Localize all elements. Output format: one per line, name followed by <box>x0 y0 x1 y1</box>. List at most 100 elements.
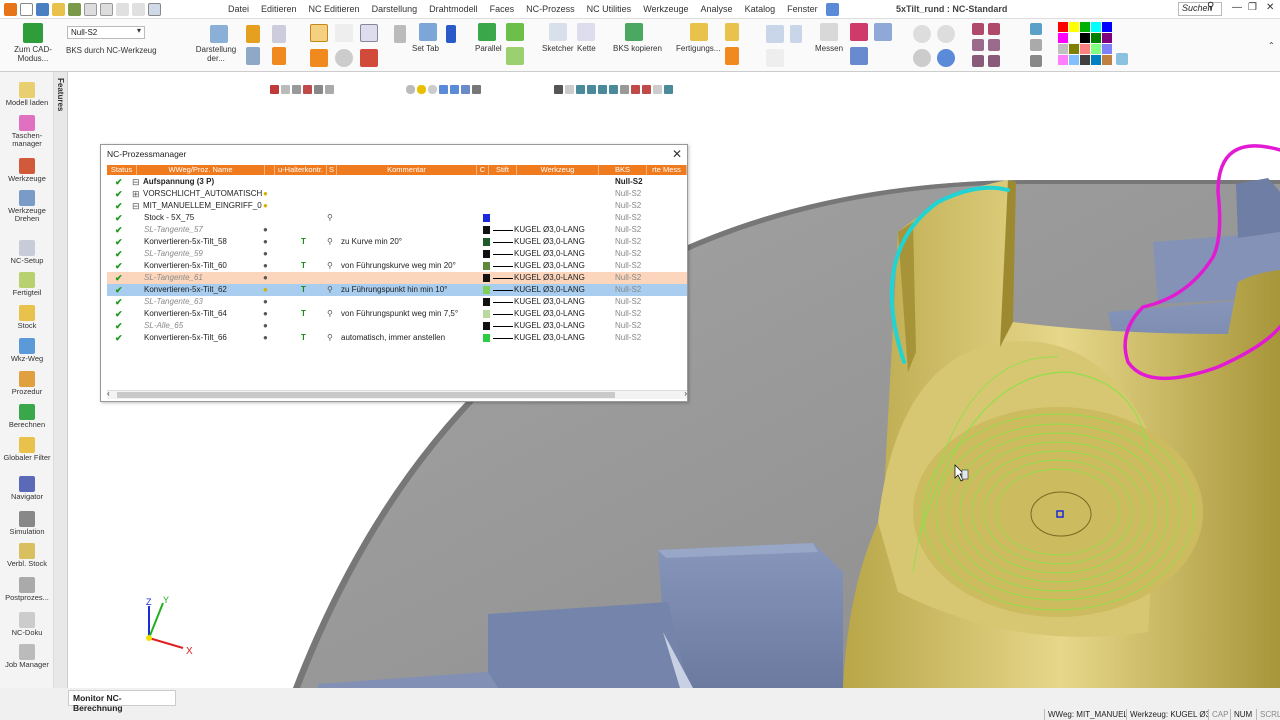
zoom-in-icon[interactable] <box>913 49 931 67</box>
toolpath-color-swatch[interactable] <box>483 238 490 246</box>
parallel-button[interactable]: Parallel <box>475 44 502 53</box>
visibility-bulb-icon[interactable]: ● <box>263 320 268 332</box>
process-row[interactable]: ✔ Konvertieren-5x-Tilt_58 ● T ⚲ zu Kurve min … <box>107 236 687 248</box>
sidebar-item[interactable]: Stock <box>0 305 54 330</box>
nc-process-manager-dialog[interactable]: NC-Prozessmanager ✕ Status WWeg/Proz. Nam… <box>100 144 688 402</box>
color-swatch[interactable] <box>1102 44 1112 54</box>
nav-zoom-icon[interactable] <box>472 84 481 94</box>
parallel-icon[interactable] <box>478 23 496 41</box>
measure-button[interactable]: Messen <box>815 44 843 53</box>
column-header[interactable]: Stift <box>489 165 517 175</box>
menu-item[interactable]: NC Utilities <box>581 4 638 14</box>
sketcher-icon[interactable] <box>549 23 567 41</box>
surface-icon[interactable] <box>506 23 524 41</box>
sidebar-item[interactable]: Modell laden <box>0 82 54 107</box>
select-filter-icon[interactable] <box>325 84 334 94</box>
help-icon[interactable] <box>335 24 353 42</box>
chain-icon[interactable] <box>577 23 595 41</box>
visibility-bulb-icon[interactable]: ● <box>263 224 268 236</box>
to-cad-mode-button[interactable]: Zum CAD-Modus... <box>8 45 58 63</box>
app-logo-icon[interactable] <box>4 2 17 16</box>
features-tab-strip[interactable] <box>54 72 68 688</box>
process-row[interactable]: ✔ Konvertieren-5x-Tilt_62 ● T ⚲ zu Führungspu… <box>107 284 687 296</box>
column-header[interactable]: u-Halterkontr. <box>275 165 327 175</box>
wcs-select[interactable]: Null-S2 <box>67 26 145 39</box>
flag-icon[interactable] <box>446 25 456 43</box>
window-layout-icon[interactable] <box>310 24 328 42</box>
select-icon[interactable] <box>84 2 97 16</box>
menu-item[interactable]: Faces <box>484 4 521 14</box>
cube-icon[interactable] <box>272 25 286 43</box>
sort-icon[interactable] <box>394 25 406 43</box>
sidebar-item[interactable]: NC-Setup <box>0 240 54 265</box>
sidebar-item[interactable]: Werkzeuge Drehen <box>0 190 54 223</box>
bulb-icon[interactable] <box>406 84 415 94</box>
menu-item[interactable]: Editieren <box>255 4 303 14</box>
column-header[interactable]: Werkzeug <box>517 165 599 175</box>
visibility-bulb-icon[interactable]: ● <box>263 284 268 296</box>
ribbon-collapse-icon[interactable]: ⌃ <box>1268 41 1275 50</box>
view-cube-icon[interactable] <box>972 23 984 35</box>
sidebar-item[interactable]: Fertigteil <box>0 272 54 297</box>
view-cube2-icon[interactable] <box>988 23 1000 35</box>
toolpath-color-swatch[interactable] <box>483 250 490 258</box>
process-row[interactable]: ✔ ⊟ Aufspannung (3 P) Null-S2 <box>107 176 687 188</box>
tree-expand-icon[interactable]: ⊟ <box>132 176 140 188</box>
minimize-icon[interactable]: — <box>1232 2 1242 13</box>
select-point-icon[interactable] <box>303 84 312 94</box>
toolpath-color-swatch[interactable] <box>483 298 490 306</box>
restore-icon[interactable]: ❐ <box>1248 2 1257 13</box>
color-swatch[interactable] <box>1069 44 1079 54</box>
toolpath-color-swatch[interactable] <box>483 262 490 270</box>
layers-icon[interactable] <box>100 2 113 16</box>
manufacturing-icon[interactable] <box>690 23 708 41</box>
color-swatch[interactable] <box>1058 44 1068 54</box>
color-swatch[interactable] <box>1080 33 1090 43</box>
menu-item[interactable]: Datei <box>222 4 255 14</box>
process-row[interactable]: ✔ SL-Alle_65 ● KUGEL Ø3,0-LANG Null-S2 <box>107 320 687 332</box>
pan-icon[interactable] <box>937 49 955 67</box>
set-tab-button[interactable]: Set Tab <box>412 44 439 53</box>
cut-icon[interactable] <box>850 23 868 41</box>
monitor-nc-tab[interactable]: Monitor NC-Berechnung <box>68 690 176 713</box>
sidebar-item[interactable]: Werkzeuge <box>0 158 54 183</box>
visibility-bulb-icon[interactable]: ● <box>263 308 268 320</box>
chain-button[interactable]: Kette <box>577 44 596 53</box>
sidebar-item[interactable]: Wkz-Weg <box>0 338 54 363</box>
copy-wcs-icon[interactable] <box>625 23 643 41</box>
menu-item[interactable]: Drahtmodell <box>423 4 484 14</box>
color-swatch[interactable] <box>1069 33 1079 43</box>
menu-item[interactable]: NC Editieren <box>303 4 366 14</box>
sidebar-item[interactable]: Berechnen <box>0 404 54 429</box>
toolpath-color-swatch[interactable] <box>483 286 490 294</box>
visibility-bulb-icon[interactable]: ● <box>263 248 268 260</box>
zoom-icon[interactable] <box>913 25 931 43</box>
print-icon[interactable] <box>68 2 81 16</box>
path-edit7-icon[interactable] <box>631 84 640 94</box>
color-swatch[interactable] <box>1091 33 1101 43</box>
dimension-icon[interactable] <box>766 25 784 43</box>
path-edit2-icon[interactable] <box>576 84 585 94</box>
copy-wcs-button[interactable]: BKS kopieren <box>613 44 662 53</box>
path-edit10-icon[interactable] <box>664 84 673 94</box>
column-header[interactable] <box>265 165 275 175</box>
color-swatch[interactable] <box>1102 33 1112 43</box>
info-icon[interactable] <box>335 49 353 67</box>
filter-icon[interactable] <box>246 25 260 43</box>
dimension2-icon[interactable] <box>790 25 802 43</box>
toolpath-color-swatch[interactable] <box>483 322 490 330</box>
wire-icon[interactable] <box>1030 39 1042 51</box>
view-cube5-icon[interactable] <box>972 55 984 67</box>
visibility-bulb-icon[interactable]: ● <box>263 200 268 212</box>
cube-orange-icon[interactable] <box>272 47 286 65</box>
menu-item[interactable]: NC-Prozess <box>520 4 581 14</box>
color-swatch[interactable] <box>1102 55 1112 65</box>
open-folder-icon[interactable] <box>52 2 65 16</box>
scrollbar-thumb[interactable] <box>117 392 615 398</box>
wcs-dropdown-icon[interactable]: ▾ <box>137 26 141 35</box>
nav-right-icon[interactable] <box>450 84 459 94</box>
color-swatch[interactable] <box>1069 22 1079 32</box>
sidebar-item[interactable]: NC-Doku <box>0 612 54 637</box>
column-header[interactable]: Status <box>107 165 137 175</box>
view-icon[interactable] <box>246 47 260 65</box>
